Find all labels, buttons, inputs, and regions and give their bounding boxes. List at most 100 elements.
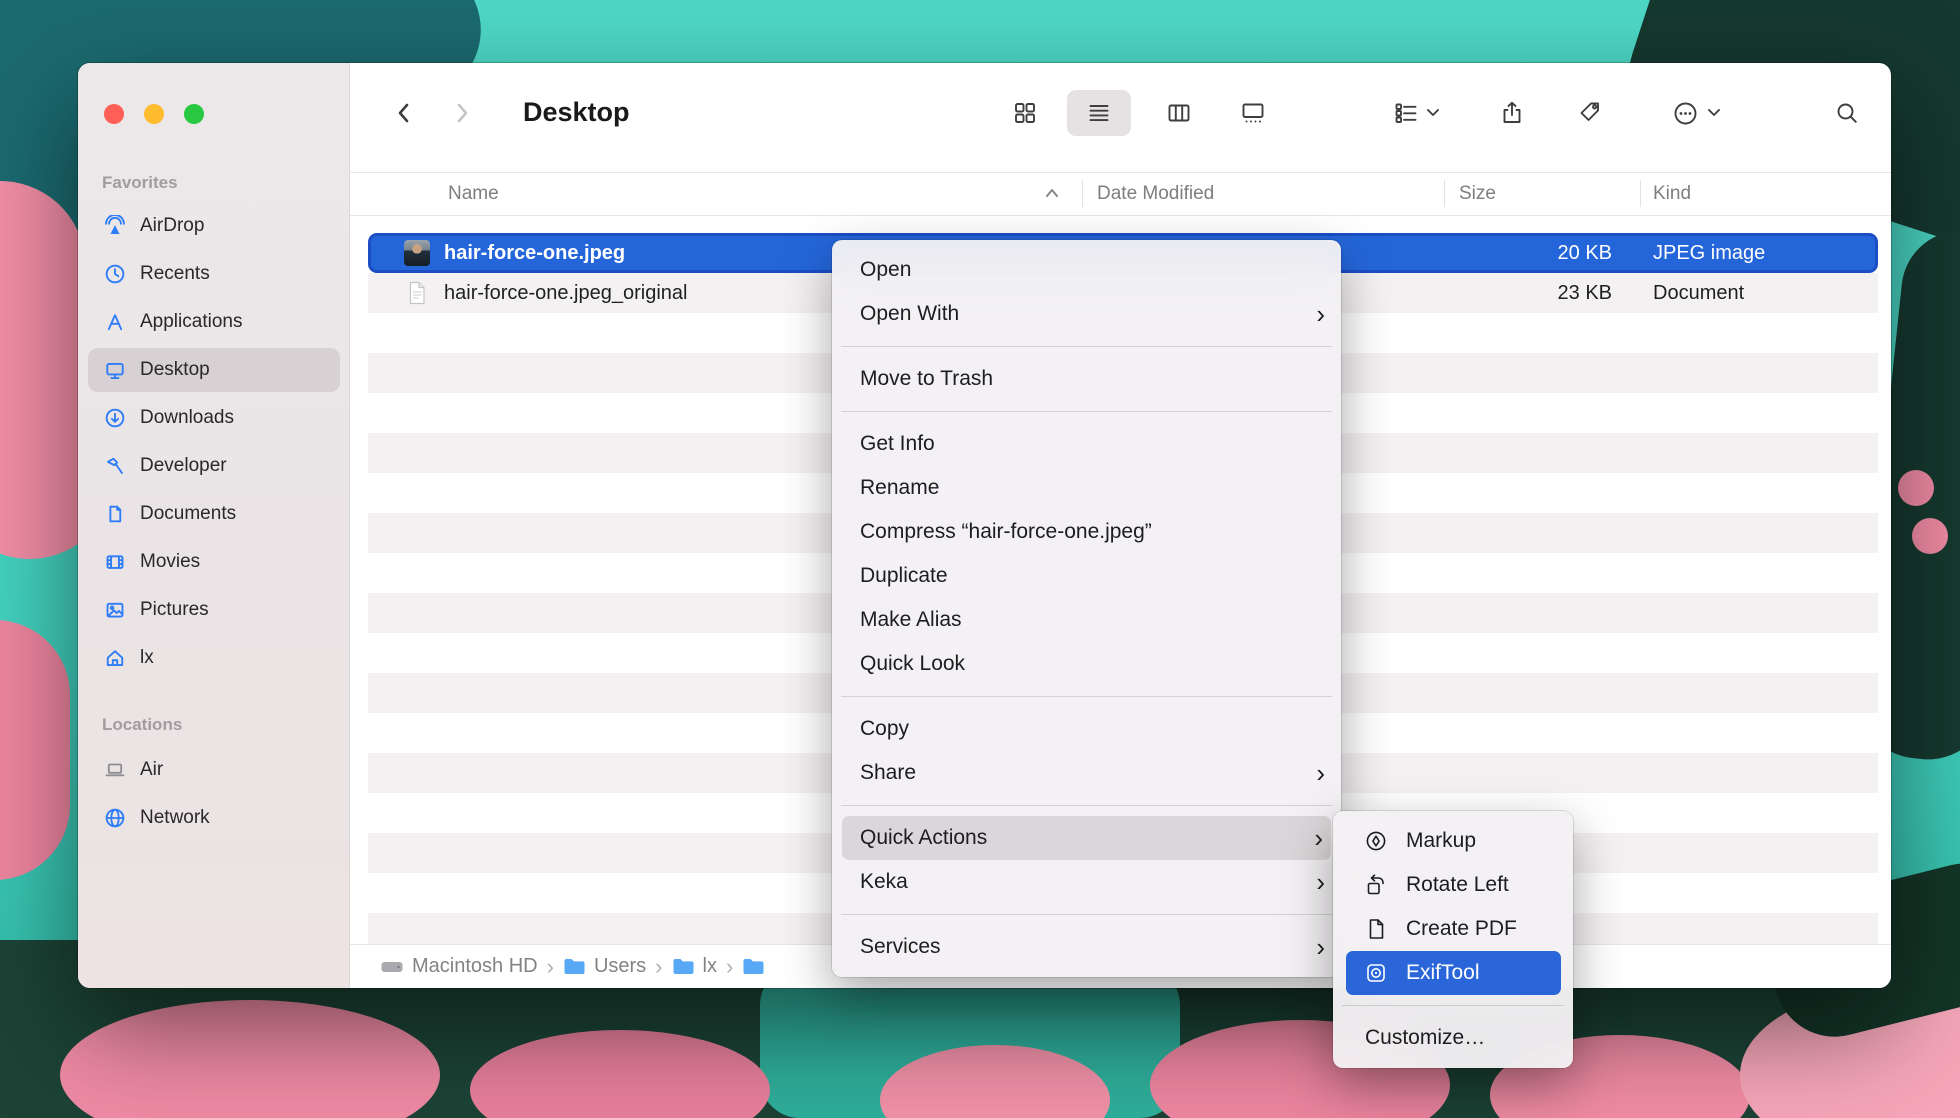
file-kind: JPEG image [1653,236,1765,270]
group-button[interactable] [1370,93,1462,133]
columns-view-button[interactable] [1147,90,1211,136]
share-button[interactable] [1492,93,1532,133]
menu-separator [841,696,1332,697]
back-button[interactable] [387,95,423,131]
forward-button[interactable] [443,95,479,131]
more-button[interactable] [1653,93,1739,133]
close-button[interactable] [104,104,124,124]
folder-icon [672,957,695,976]
sidebar-item-desktop[interactable]: Desktop [88,348,340,392]
path-item-lx[interactable]: lx [672,955,717,978]
file-name: hair-force-one.jpeg [444,236,625,270]
menu-item-copy[interactable]: Copy [832,707,1341,751]
sidebar-item-applications[interactable]: Applications [88,300,340,344]
menu-separator [841,914,1332,915]
path-separator: › [726,956,733,978]
hard-drive-icon [380,958,404,976]
folder-icon [563,957,586,976]
menu-item-open-with[interactable]: Open With› [832,292,1341,336]
desktop-screen: Favorites AirDrop Recents Applications D… [0,0,1960,1118]
sidebar-item-label: lx [140,647,154,669]
column-header-date-modified[interactable]: Date Modified [1097,172,1214,215]
markup-icon [1364,829,1388,853]
sidebar-item-label: Movies [140,551,200,573]
grid-view-button[interactable] [993,90,1057,136]
sidebar-item-airdrop[interactable]: AirDrop [88,204,340,248]
globe-icon [104,807,126,829]
submenu-chevron-icon: › [1316,751,1325,795]
sidebar: Favorites AirDrop Recents Applications D… [78,63,350,988]
submenu-chevron-icon: › [1316,860,1325,904]
zoom-button[interactable] [184,104,204,124]
tag-button[interactable] [1570,93,1610,133]
sidebar-item-movies[interactable]: Movies [88,540,340,584]
search-button[interactable] [1827,93,1867,133]
sidebar-section-locations: Locations [102,715,182,735]
list-view-button[interactable] [1067,90,1131,136]
document-icon [104,503,126,525]
menu-item-quick-actions[interactable]: Quick Actions› [842,816,1331,860]
sidebar-item-pictures[interactable]: Pictures [88,588,340,632]
folder-icon [742,957,765,976]
menu-item-open[interactable]: Open [832,248,1341,292]
menu-separator [841,805,1332,806]
menu-item-services[interactable]: Services› [832,925,1341,969]
menu-item-markup[interactable]: Markup [1333,819,1573,863]
gallery-view-button[interactable] [1221,90,1285,136]
forward-chevron-icon [448,100,474,126]
menu-item-create-pdf[interactable]: Create PDF [1333,907,1573,951]
sidebar-item-label: AirDrop [140,215,204,237]
create-pdf-icon [1364,917,1388,941]
menu-item-duplicate[interactable]: Duplicate [832,554,1341,598]
menu-item-customize[interactable]: Customize… [1333,1016,1573,1060]
home-icon [104,647,126,669]
wallpaper-shape [1912,518,1948,554]
path-item-macintosh-hd[interactable]: Macintosh HD [380,955,538,978]
sidebar-item-label: Documents [140,503,236,525]
sidebar-item-label: Desktop [140,359,210,381]
menu-item-rotate-left[interactable]: Rotate Left [1333,863,1573,907]
minimize-button[interactable] [144,104,164,124]
gallery-view-icon [1240,100,1266,126]
sidebar-item-documents[interactable]: Documents [88,492,340,536]
airdrop-icon [104,215,126,237]
sidebar-item-developer[interactable]: Developer [88,444,340,488]
path-item-desktop-folder[interactable] [742,957,765,976]
menu-item-get-info[interactable]: Get Info [832,422,1341,466]
group-icon [1393,100,1419,126]
menu-item-rename[interactable]: Rename [832,466,1341,510]
sidebar-item-recents[interactable]: Recents [88,252,340,296]
applications-icon [104,311,126,333]
sidebar-section-favorites: Favorites [102,173,178,193]
grid-view-icon [1012,100,1038,126]
column-header-kind[interactable]: Kind [1653,172,1691,215]
laptop-icon [104,759,126,781]
file-kind: Document [1653,273,1744,313]
menu-separator [1342,1005,1564,1006]
desktop-icon [104,359,126,381]
column-header-name[interactable]: Name [448,172,499,215]
menu-item-make-alias[interactable]: Make Alias [832,598,1341,642]
sidebar-item-air[interactable]: Air [88,748,340,792]
exiftool-icon [1364,961,1388,985]
share-icon [1499,100,1525,126]
menu-item-compress[interactable]: Compress “hair-force-one.jpeg” [832,510,1341,554]
sidebar-item-network[interactable]: Network [88,796,340,840]
sidebar-item-lx[interactable]: lx [88,636,340,680]
downloads-icon [104,407,126,429]
chevron-down-icon [1427,109,1439,117]
hammer-icon [104,455,126,477]
menu-item-exiftool[interactable]: ExifTool [1346,951,1561,995]
sidebar-item-downloads[interactable]: Downloads [88,396,340,440]
menu-item-keka[interactable]: Keka› [832,860,1341,904]
columns-view-icon [1166,100,1192,126]
file-size: 23 KB [1558,273,1612,313]
document-file-icon [404,280,430,306]
path-item-users[interactable]: Users [563,955,646,978]
menu-item-move-to-trash[interactable]: Move to Trash [832,357,1341,401]
context-menu: Open Open With› Move to Trash Get Info R… [832,240,1341,977]
column-header-size[interactable]: Size [1459,172,1496,215]
menu-item-quick-look[interactable]: Quick Look [832,642,1341,686]
chevron-down-icon [1708,109,1720,117]
menu-item-share[interactable]: Share› [832,751,1341,795]
